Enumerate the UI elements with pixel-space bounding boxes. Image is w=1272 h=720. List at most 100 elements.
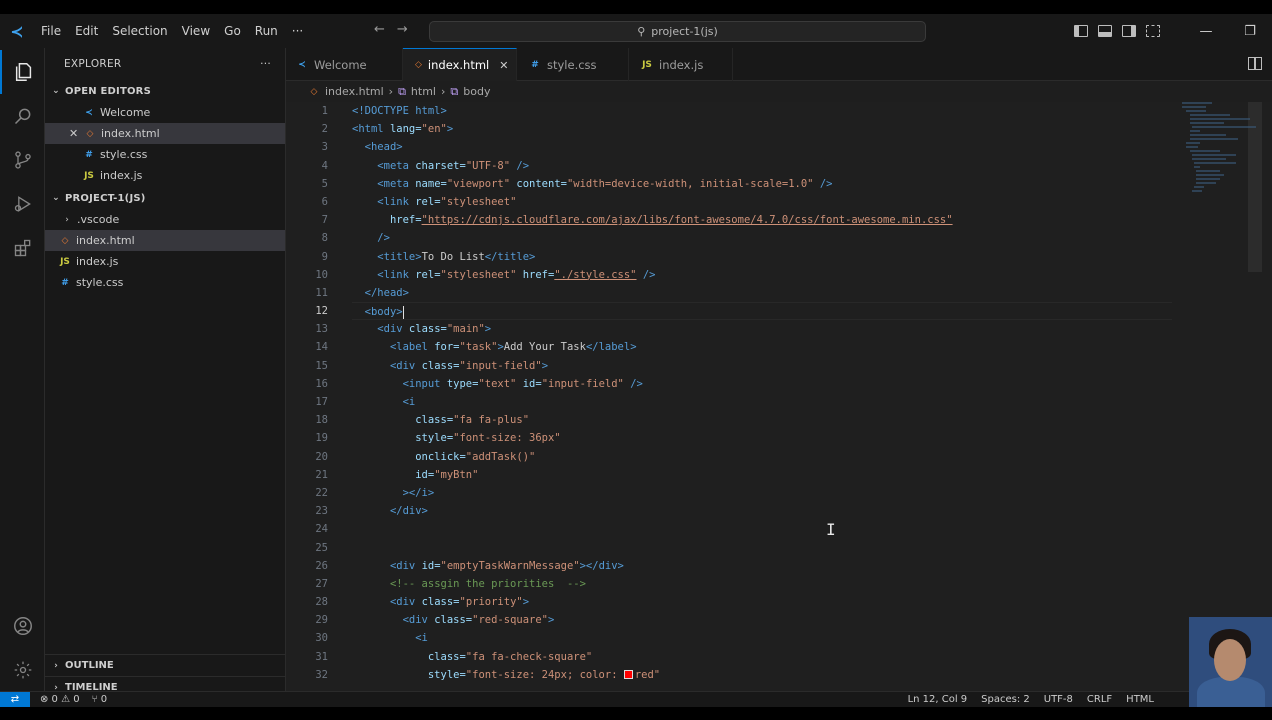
file-name: index.js — [76, 255, 119, 268]
line-number: 24 — [315, 523, 328, 536]
menu-go[interactable]: Go — [217, 14, 248, 48]
code-line: class="fa fa-plus" — [352, 411, 1172, 429]
line-number: 26 — [315, 559, 328, 572]
project-section[interactable]: ⌄ PROJECT-1(JS) — [45, 187, 285, 209]
explorer-icon[interactable] — [0, 50, 45, 94]
title-bar-controls: — ❐ — [1074, 14, 1272, 48]
search-icon[interactable] — [0, 94, 45, 138]
line-number-current: 12 — [315, 305, 328, 318]
line-number: 7 — [321, 214, 328, 227]
open-editor-welcome[interactable]: ≺ Welcome — [45, 102, 285, 123]
open-editors-section[interactable]: ⌄ OPEN EDITORS — [45, 80, 285, 102]
link-token[interactable]: "./style.css" — [554, 269, 636, 281]
vscode-file-icon: ≺ — [85, 107, 93, 118]
menu-more[interactable]: ··· — [285, 14, 310, 48]
token: <meta — [377, 159, 409, 172]
line-number: 23 — [315, 505, 328, 518]
breadcrumb-html[interactable]: html — [411, 85, 436, 98]
language-mode[interactable]: HTML — [1126, 694, 1154, 705]
minimap[interactable] — [1182, 102, 1262, 282]
accounts-icon[interactable] — [0, 604, 45, 648]
token: <html — [352, 123, 384, 136]
css-file-icon: # — [85, 149, 93, 160]
line-number: 10 — [315, 268, 328, 281]
menu-selection[interactable]: Selection — [105, 14, 174, 48]
breadcrumb-file[interactable]: index.html — [325, 85, 384, 98]
file-style-css[interactable]: # style.css — [45, 272, 285, 293]
token: </label> — [585, 341, 637, 354]
token: for= — [434, 341, 460, 354]
token: style= — [427, 668, 466, 681]
line-number: 29 — [315, 614, 328, 627]
menu-view[interactable]: View — [175, 14, 217, 48]
title-bar: ≺ File Edit Selection View Go Run ··· ← … — [0, 14, 1272, 48]
problems-indicator[interactable]: ⊗ 0 ⚠ 0 — [40, 694, 80, 705]
html-file-icon: ◇ — [86, 128, 94, 139]
menu-file[interactable]: File — [34, 14, 68, 48]
close-icon[interactable]: ✕ — [69, 127, 79, 140]
tab-welcome[interactable]: ≺ Welcome — [286, 48, 403, 81]
activity-bar — [0, 48, 45, 691]
line-number: 30 — [315, 632, 328, 645]
source-control-icon[interactable] — [0, 138, 45, 182]
file-name: index.html — [76, 234, 135, 247]
toggle-secondary-sidebar-icon[interactable] — [1122, 25, 1136, 37]
ports-indicator[interactable]: ⑂ 0 — [92, 694, 108, 705]
breadcrumb-body[interactable]: body — [463, 85, 490, 98]
minimize-icon[interactable]: — — [1184, 24, 1228, 39]
split-editor-icon[interactable] — [1248, 57, 1262, 70]
code-line: <title>To Do List</title> — [352, 248, 1172, 266]
token: </head> — [364, 286, 409, 299]
menu-run[interactable]: Run — [248, 14, 285, 48]
file-index-js[interactable]: JS index.js — [45, 251, 285, 272]
open-editor-style-css[interactable]: # style.css — [45, 144, 285, 165]
chevron-down-icon: ⌄ — [52, 86, 60, 96]
code-line: <link rel="stylesheet" — [352, 193, 1172, 211]
token: <body> — [364, 306, 403, 319]
token: class= — [421, 359, 460, 372]
back-arrow-icon[interactable]: ← — [374, 22, 385, 37]
file-name: index.html — [101, 127, 160, 140]
remote-indicator-icon[interactable]: ⇄ — [0, 691, 30, 707]
project-label: PROJECT-1(JS) — [65, 192, 146, 204]
code-line: style="font-size: 36px" — [352, 429, 1172, 447]
webcam-overlay — [1189, 617, 1272, 707]
link-token[interactable]: "https://cdnjs.cloudflare.com/ajax/libs/… — [422, 214, 953, 226]
run-debug-icon[interactable] — [0, 182, 45, 226]
manage-gear-icon[interactable] — [0, 648, 45, 692]
outline-section[interactable]: › OUTLINE — [45, 654, 286, 676]
token: type= — [446, 377, 479, 390]
toggle-primary-sidebar-icon[interactable] — [1074, 25, 1088, 37]
js-file-icon: JS — [642, 59, 652, 70]
token: class= — [408, 323, 447, 336]
code-line: <div id="emptyTaskWarnMessage"></div> — [352, 557, 1172, 575]
extensions-icon[interactable] — [0, 226, 45, 270]
open-editor-index-js[interactable]: JS index.js — [45, 165, 285, 186]
tab-index-js[interactable]: JS index.js — [629, 48, 733, 81]
restore-icon[interactable]: ❐ — [1228, 24, 1272, 39]
code-editor[interactable]: 1 2 3 4 5 6 7 8 9 10 11 12 13 14 15 16 1… — [286, 102, 1272, 691]
indentation[interactable]: Spaces: 2 — [981, 694, 1030, 705]
tab-style-css[interactable]: # style.css — [517, 48, 629, 81]
encoding[interactable]: UTF-8 — [1044, 694, 1073, 705]
file-index-html[interactable]: ◇ index.html — [45, 230, 285, 251]
token: "width=device-width, initial-scale=1.0" — [566, 177, 814, 190]
command-center-search[interactable]: ⚲ project-1(js) — [429, 21, 926, 42]
token: Add Your Task — [503, 341, 586, 354]
customize-layout-icon[interactable] — [1146, 25, 1160, 37]
code-line: <div class="input-field"> — [352, 357, 1172, 375]
color-swatch[interactable] — [623, 670, 633, 680]
toggle-panel-icon[interactable] — [1098, 25, 1112, 37]
folder-vscode[interactable]: › .vscode — [45, 209, 285, 230]
more-actions-icon[interactable]: ··· — [260, 58, 271, 70]
menu-edit[interactable]: Edit — [68, 14, 105, 48]
forward-arrow-icon[interactable]: → — [397, 22, 408, 37]
close-icon[interactable]: ✕ — [499, 59, 508, 72]
open-editor-index-html[interactable]: ✕ ◇ index.html — [45, 123, 285, 144]
end-of-line[interactable]: CRLF — [1087, 694, 1112, 705]
line-number: 11 — [315, 286, 328, 299]
tab-index-html[interactable]: ◇ index.html ✕ — [403, 48, 517, 81]
cursor-position[interactable]: Ln 12, Col 9 — [908, 694, 968, 705]
token: > — [541, 359, 549, 372]
